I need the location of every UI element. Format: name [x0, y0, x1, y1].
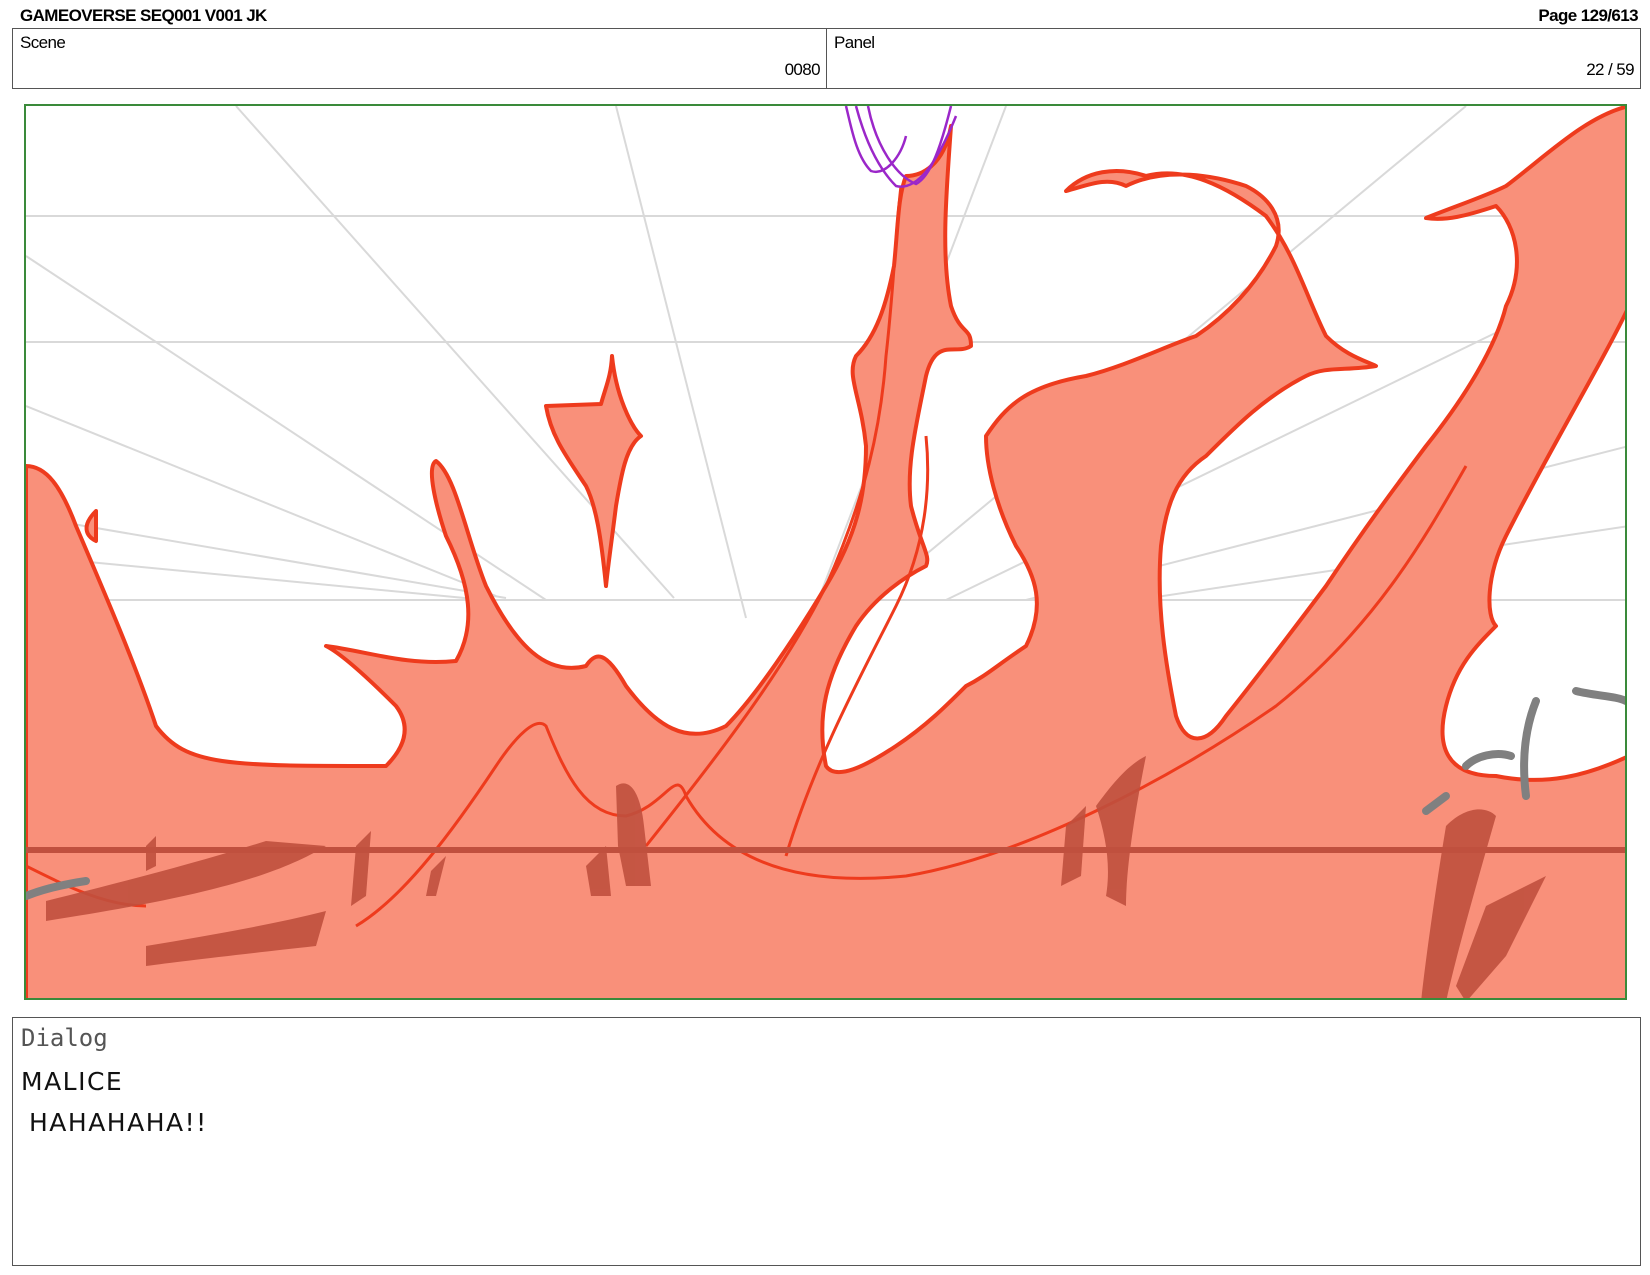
scene-box: Scene 0080: [12, 28, 827, 89]
scene-label: Scene: [20, 33, 66, 52]
dialog-label: Dialog: [21, 1024, 108, 1052]
panel-label: Panel: [834, 33, 875, 52]
storyboard-panel-image: [24, 104, 1627, 1000]
document-title: GAMEOVERSE SEQ001 V001 JK: [20, 6, 267, 25]
dialog-character-name: MALICE: [21, 1067, 124, 1096]
dialog-box: Dialog MALICE HAHAHAHA!!: [12, 1017, 1641, 1266]
storyboard-drawing: [26, 106, 1625, 998]
panel-number: 22 / 59: [1586, 60, 1634, 79]
panel-box: Panel 22 / 59: [826, 28, 1641, 89]
scene-number: 0080: [784, 60, 821, 79]
dialog-line: HAHAHAHA!!: [29, 1108, 208, 1137]
page-number: Page 129/613: [1538, 6, 1638, 25]
